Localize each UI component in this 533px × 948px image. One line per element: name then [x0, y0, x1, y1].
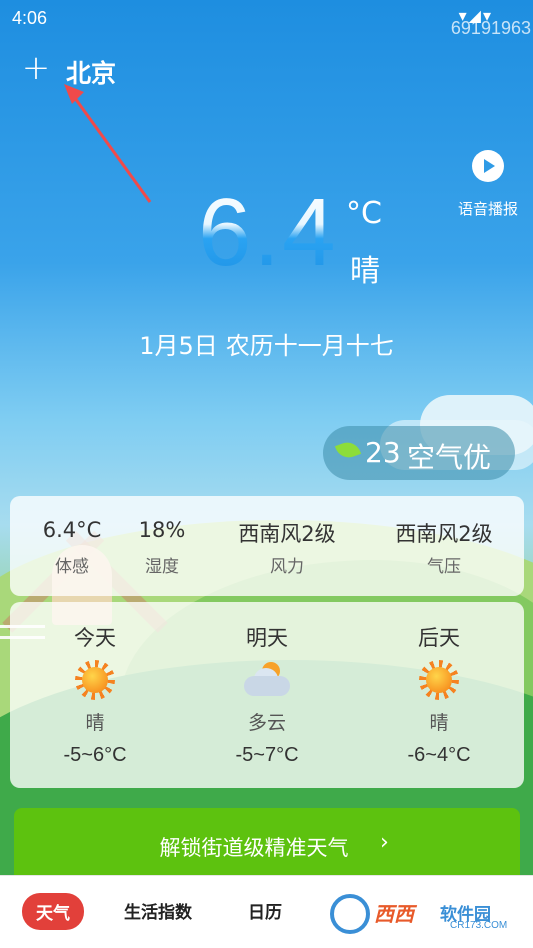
tab-calendar[interactable]: 日历	[248, 898, 282, 923]
weather-details-card: 6.4°C 体感 18% 湿度 西南风2级 风力 西南风2级 气压	[10, 496, 524, 596]
bottom-nav: 天气 生活指数 日历 西西 软件园 CR173.COM	[0, 875, 533, 948]
forecast-condition: 晴	[85, 712, 105, 734]
chevron-right-icon: ›	[380, 830, 389, 855]
voice-broadcast-button[interactable]: 语音播报	[452, 148, 524, 222]
aqi-text: 空气优	[407, 441, 492, 474]
sunny-icon	[75, 660, 115, 700]
date-line: 1月5日 农历十一月十七	[0, 326, 533, 361]
annotation-arrow-icon	[64, 84, 152, 203]
weather-screen: 4:06 ▾◢▾ 69191963 + 北京 语音播报 6.4 °C 晴 1月5…	[0, 0, 533, 875]
unlock-street-weather-button[interactable]: 解锁街道级精准天气 ›	[14, 808, 520, 875]
plus-icon: +	[21, 48, 51, 88]
lunar-date: 农历十一月十七	[225, 332, 394, 360]
aqi-value: 23	[365, 436, 401, 469]
watermark-logo: 西西 软件园 CR173.COM	[330, 890, 530, 936]
forecast-day-label: 明天	[246, 626, 288, 650]
forecast-card: 今天 晴 -5~6°C 明天 多云 -5~7°C 后天 晴 -6~4°C	[10, 602, 524, 788]
detail-value: 18%	[138, 518, 186, 542]
detail-value: 西南风2级	[395, 522, 493, 546]
temperature-unit: °C	[346, 196, 382, 231]
current-temperature: 6.4	[198, 179, 338, 286]
detail-label: 气压	[427, 557, 461, 577]
leaf-icon	[334, 438, 362, 462]
forecast-temp: -6~4°C	[407, 744, 471, 766]
sunny-icon	[419, 660, 459, 700]
watermark-url: CR173.COM	[450, 920, 508, 931]
detail-label: 湿度	[145, 557, 179, 577]
solar-date: 1月5日	[139, 332, 218, 360]
air-quality-badge[interactable]: 23 空气优	[323, 426, 515, 480]
voice-label: 语音播报	[457, 200, 518, 218]
unlock-label: 解锁街道级精准天气	[159, 836, 349, 860]
current-condition: 晴	[350, 254, 380, 289]
partly-cloudy-icon	[244, 660, 290, 700]
forecast-temp: -5~7°C	[235, 744, 299, 766]
watermark-brand: 西西	[374, 902, 414, 926]
tab-weather[interactable]: 天气	[22, 893, 84, 930]
tab-life-index[interactable]: 生活指数	[124, 898, 192, 923]
forecast-temp: -5~6°C	[63, 744, 127, 766]
detail-value: 西南风2级	[238, 522, 336, 546]
watermark-circle-icon	[330, 894, 370, 934]
forecast-condition: 多云	[247, 712, 286, 734]
forecast-condition: 晴	[429, 712, 449, 734]
forecast-day-label: 今天	[74, 626, 116, 650]
detail-label: 风力	[270, 557, 304, 577]
play-icon	[472, 150, 504, 182]
forecast-day-label: 后天	[418, 626, 460, 650]
add-city-button[interactable]: +	[20, 51, 52, 85]
watermark-id: 69191963	[450, 18, 531, 38]
status-time: 4:06	[12, 8, 48, 28]
